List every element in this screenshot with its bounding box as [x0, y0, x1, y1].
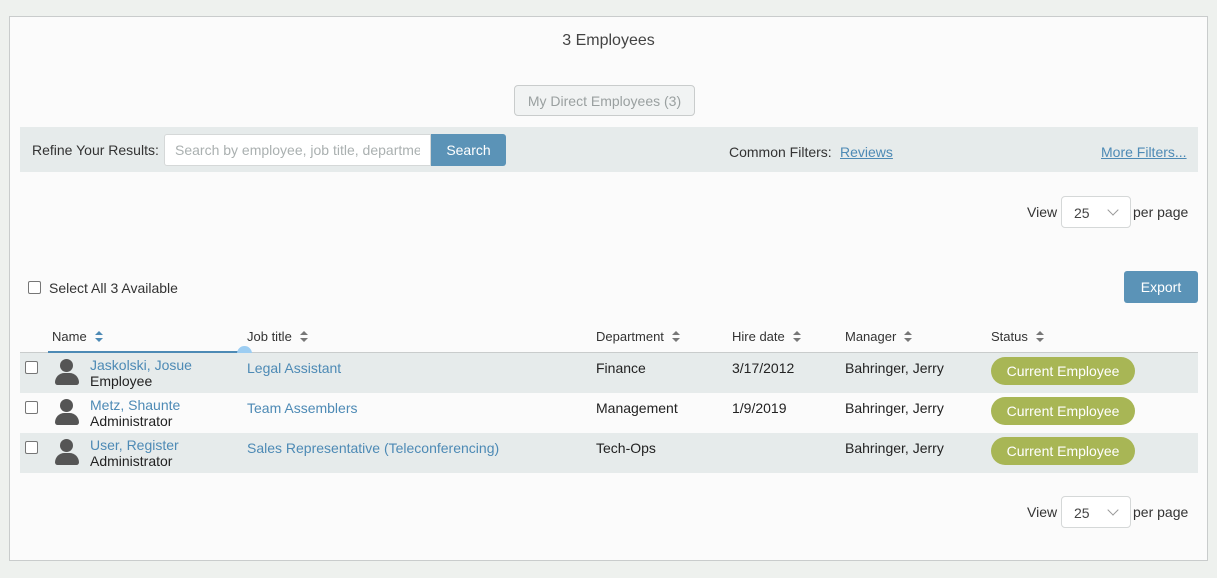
- person-icon: [53, 357, 81, 389]
- employee-name-link[interactable]: Jaskolski, Josue: [90, 357, 192, 373]
- column-header-department[interactable]: Department: [596, 329, 680, 344]
- view-label: View: [1027, 204, 1058, 220]
- manager-cell: Bahringer, Jerry: [845, 440, 944, 456]
- per-page-select[interactable]: 25: [1061, 496, 1131, 528]
- per-page-value: 25: [1074, 505, 1090, 521]
- column-header-manager[interactable]: Manager: [845, 329, 913, 344]
- manager-cell: Bahringer, Jerry: [845, 360, 944, 376]
- sort-arrows-icon[interactable]: [1035, 330, 1044, 343]
- department-cell: Management: [596, 400, 678, 416]
- employee-role: Administrator: [90, 413, 173, 429]
- select-all-label: Select All 3 Available: [49, 280, 178, 296]
- employee-role: Employee: [90, 373, 153, 389]
- column-header-status[interactable]: Status: [991, 329, 1044, 344]
- chevron-down-icon: [1107, 204, 1119, 216]
- pager-bottom: View 25 per page: [1027, 496, 1199, 528]
- job-title-link[interactable]: Sales Representative (Teleconferencing): [247, 440, 499, 456]
- sort-arrows-icon[interactable]: [904, 330, 913, 343]
- view-label: View: [1027, 504, 1058, 520]
- table-row: Jaskolski, Josue Employee Legal Assistan…: [20, 353, 1198, 393]
- employees-panel: 3 Employees My Direct Employees (3) Refi…: [9, 16, 1208, 561]
- sort-arrows-icon[interactable]: [299, 330, 308, 343]
- department-cell: Finance: [596, 360, 646, 376]
- row-checkbox[interactable]: [25, 441, 38, 454]
- per-page-select[interactable]: 25: [1061, 196, 1131, 228]
- refine-label: Refine Your Results:: [32, 142, 159, 158]
- person-icon: [53, 437, 81, 469]
- column-header-job-title[interactable]: Job title: [247, 329, 308, 344]
- manager-cell: Bahringer, Jerry: [845, 400, 944, 416]
- row-checkbox[interactable]: [25, 361, 38, 374]
- search-input[interactable]: [164, 134, 431, 166]
- reviews-filter-link[interactable]: Reviews: [840, 144, 893, 160]
- common-filters-label: Common Filters:: [729, 144, 832, 160]
- table-row: Metz, Shaunte Administrator Team Assembl…: [20, 393, 1198, 433]
- select-all: Select All 3 Available: [28, 280, 178, 296]
- more-filters-link[interactable]: More Filters...: [1101, 144, 1187, 160]
- employee-name-link[interactable]: User, Register: [90, 437, 179, 453]
- column-header-hire-date[interactable]: Hire date: [732, 329, 801, 344]
- column-header-name[interactable]: Name: [52, 329, 103, 344]
- sort-arrows-icon[interactable]: [94, 330, 103, 343]
- hire-date-cell: 3/17/2012: [732, 360, 795, 376]
- page-title: 3 Employees: [562, 32, 655, 49]
- job-title-link[interactable]: Team Assemblers: [247, 400, 357, 416]
- table-header: Name Job title Department Hire date Mana…: [20, 322, 1198, 361]
- pager-top: View 25 per page: [1027, 196, 1199, 228]
- status-badge: Current Employee: [991, 357, 1135, 385]
- sort-arrows-icon[interactable]: [671, 330, 680, 343]
- row-checkbox[interactable]: [25, 401, 38, 414]
- sort-arrows-icon[interactable]: [792, 330, 801, 343]
- my-direct-employees-button[interactable]: My Direct Employees (3): [514, 85, 695, 116]
- search-button[interactable]: Search: [431, 134, 506, 166]
- export-button[interactable]: Export: [1124, 271, 1198, 303]
- refine-bar: Refine Your Results: Search Common Filte…: [20, 127, 1198, 172]
- hire-date-cell: 1/9/2019: [732, 400, 787, 416]
- per-page-value: 25: [1074, 205, 1090, 221]
- select-all-checkbox[interactable]: [28, 280, 41, 294]
- employee-role: Administrator: [90, 453, 173, 469]
- table-row: User, Register Administrator Sales Repre…: [20, 433, 1198, 473]
- status-badge: Current Employee: [991, 397, 1135, 425]
- status-badge: Current Employee: [991, 437, 1135, 465]
- per-page-label: per page: [1133, 204, 1189, 220]
- department-cell: Tech-Ops: [596, 440, 656, 456]
- person-icon: [53, 397, 81, 429]
- per-page-label: per page: [1133, 504, 1189, 520]
- employee-name-link[interactable]: Metz, Shaunte: [90, 397, 180, 413]
- chevron-down-icon: [1107, 504, 1119, 516]
- job-title-link[interactable]: Legal Assistant: [247, 360, 341, 376]
